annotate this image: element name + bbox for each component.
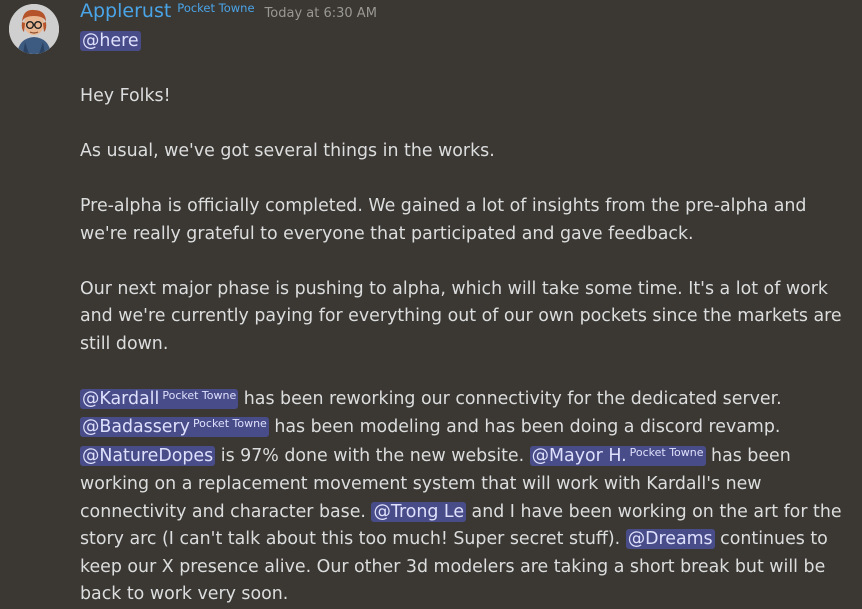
timestamp[interactable]: Today at 6:30 AM [265, 6, 377, 21]
paragraph-4-text-1: has been reworking our connectivity for … [238, 388, 782, 409]
message-content: @here Hey Folks! As usual, we've got sev… [80, 28, 842, 609]
chat-message: Applerust Pocket Towne Today at 6:30 AM … [0, 0, 862, 607]
paragraph-4-line-7: keep our X presence alive. Our other 3d … [80, 556, 826, 577]
paragraph-2-line-1: Pre-alpha is officially completed. We ga… [80, 196, 807, 216]
paragraph-4-text-4: has been [705, 445, 791, 466]
user-avatar[interactable] [9, 4, 59, 54]
paragraph-2-line-2: we're really grateful to everyone that p… [80, 223, 694, 244]
mention-dreams[interactable]: @Dreams [625, 529, 715, 549]
paragraph-3-line-1: Our next major phase is pushing to alpha… [80, 278, 828, 299]
paragraph-4-text-6: connectivity and character base. [80, 501, 372, 522]
mention-mayor-h[interactable]: @Mayor H. Pocket Towne [529, 445, 706, 466]
mention-mayor-h-label: @Mayor H. [531, 445, 627, 466]
mention-kardall-label: @Kardall [82, 388, 160, 409]
username[interactable]: Applerust [80, 0, 171, 22]
paragraph-4-line-6: story arc (I can't talk about this too m… [80, 526, 840, 554]
here-line: @here [80, 28, 840, 56]
paragraph-4-text-8: story arc (I can't talk about this too m… [80, 529, 626, 549]
paragraph-4-line-2: @Badassery Pocket Towne has been modeling… [80, 414, 840, 443]
paragraph-3-line-2: and we're currently paying for everythin… [80, 306, 842, 326]
paragraph-4-line-4: working on a replacement movement system… [80, 474, 762, 494]
paragraph-1: As usual, we've got several things in th… [80, 141, 495, 161]
role-tag: Pocket Towne [177, 1, 255, 15]
mention-badassery-label: @Badassery [82, 417, 190, 437]
paragraph-4-line-3: @NatureDopes is 97% done with the new we… [80, 443, 840, 472]
paragraph-4-line-1: @Kardall Pocket Towne has been reworking … [80, 386, 840, 415]
mention-badassery[interactable]: @Badassery Pocket Towne [80, 417, 269, 437]
here-mention[interactable]: @here [80, 31, 141, 51]
mention-kardall-role-tag: Pocket Towne [162, 388, 237, 402]
paragraph-4-text-2: has been modeling and has been doing a d… [268, 417, 781, 437]
avatar-illustration [9, 4, 59, 54]
paragraph-3-line-3: still down. [80, 333, 169, 354]
mention-badassery-role-tag: Pocket Towne [192, 417, 267, 430]
greeting-text: Hey Folks! [80, 86, 171, 106]
paragraph-4-line-8: back to work very soon. [80, 584, 289, 604]
mention-trong-le[interactable]: @Trong Le [371, 501, 467, 522]
message-header: Applerust Pocket Towne Today at 6:30 AM [80, 0, 377, 24]
paragraph-4-line-5: connectivity and character base. @Trong … [80, 499, 842, 527]
paragraph-4-text-7: and I have been working on the art for t… [466, 501, 842, 522]
mention-mayor-h-role-tag: Pocket Towne [629, 445, 704, 459]
paragraph-4-text-3: is 97% done with the new website. [215, 445, 530, 466]
mention-naturedopes[interactable]: @NatureDopes [80, 445, 216, 466]
mention-kardall[interactable]: @Kardall Pocket Towne [80, 388, 239, 409]
paragraph-4-text-9: continues to [714, 529, 828, 549]
